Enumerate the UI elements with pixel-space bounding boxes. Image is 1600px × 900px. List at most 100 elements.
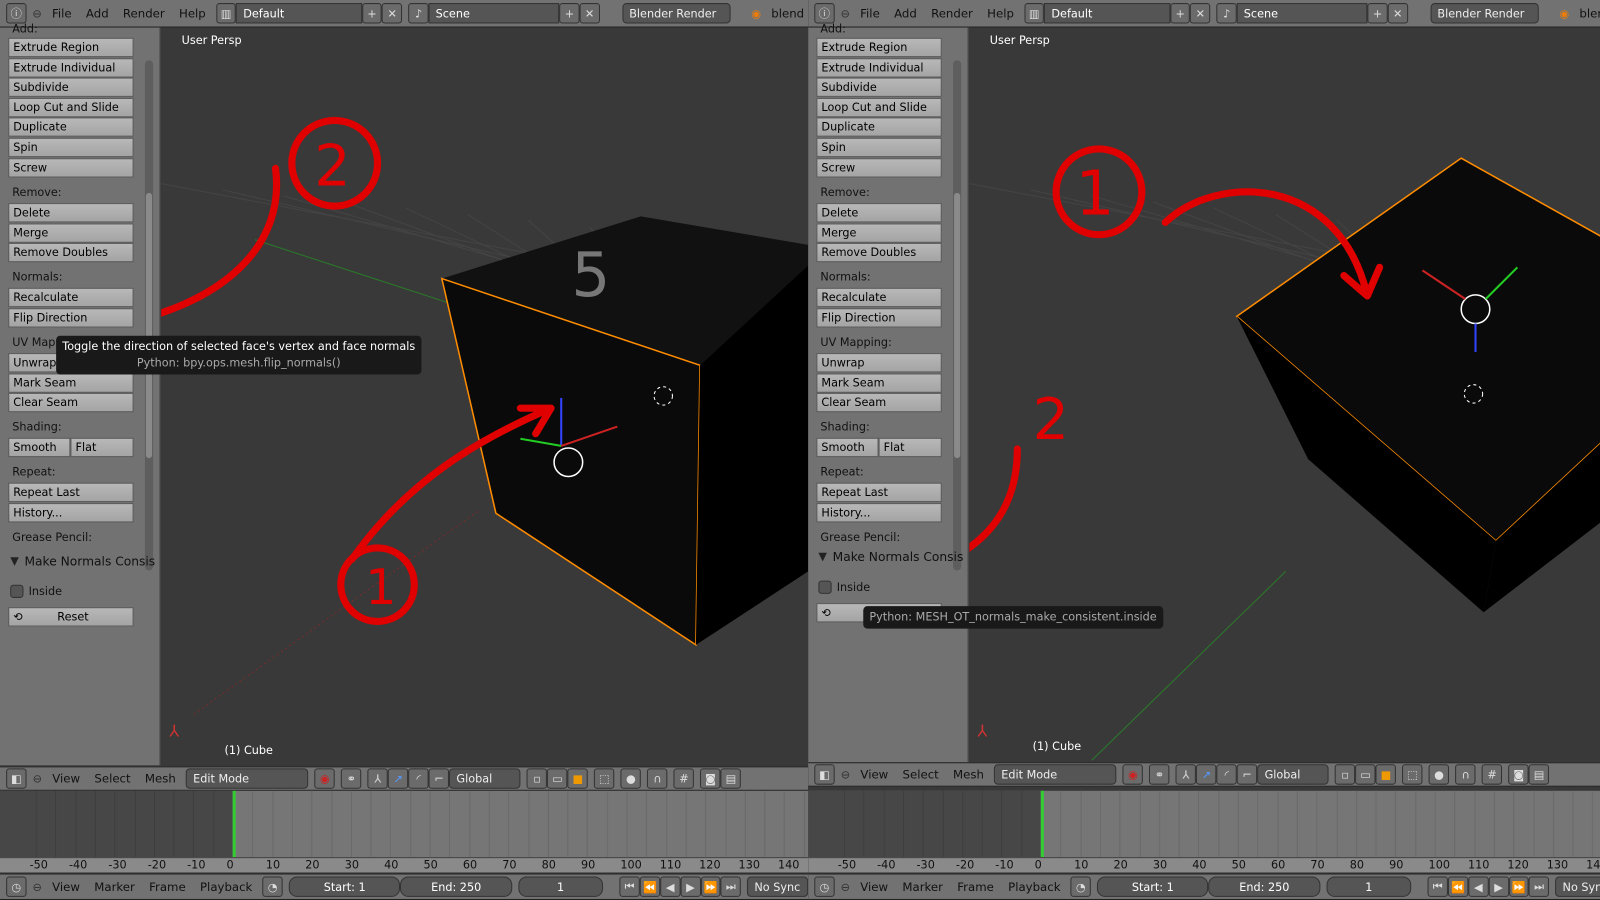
- play-reverse-icon[interactable]: ◀: [660, 876, 681, 897]
- jump-start-icon[interactable]: ⏮: [619, 876, 640, 897]
- jump-end-icon[interactable]: ⏭: [720, 876, 742, 897]
- disclosure-triangle-icon[interactable]: ▼: [10, 554, 19, 567]
- menu-view[interactable]: View: [856, 767, 892, 781]
- scale-icon[interactable]: ⌐: [1237, 764, 1258, 785]
- shelf-scrollbar[interactable]: [144, 60, 154, 571]
- play-icon[interactable]: ▶: [1488, 876, 1509, 897]
- render-engine-dropdown[interactable]: Blender Render: [622, 3, 731, 24]
- left-3d-viewport[interactable]: 5 2 1 User Persp (1) Cube ⅄: [161, 27, 809, 766]
- btn-screw[interactable]: Screw: [8, 157, 134, 178]
- face-select-icon[interactable]: ■: [567, 768, 589, 789]
- menu-frame[interactable]: Frame: [953, 880, 998, 894]
- screen-layout-icon[interactable]: ▥: [215, 3, 237, 24]
- btn-extrude-individual[interactable]: Extrude Individual: [8, 57, 134, 78]
- btn-clear-seam[interactable]: Clear Seam: [816, 393, 942, 413]
- pivot-icon[interactable]: ◉: [1122, 764, 1144, 785]
- layout-selector[interactable]: Default: [1044, 3, 1171, 24]
- btn-subdivide[interactable]: Subdivide: [816, 77, 942, 98]
- editor-type-icon[interactable]: ◧: [6, 768, 27, 789]
- btn-duplicate[interactable]: Duplicate: [816, 117, 942, 138]
- btn-smooth[interactable]: Smooth: [816, 437, 879, 458]
- info-editor-icon[interactable]: ⓘ: [814, 3, 835, 24]
- editor-type-icon[interactable]: ◷: [814, 876, 835, 897]
- record-icon[interactable]: ◔: [1070, 876, 1091, 897]
- btn-history---[interactable]: History...: [816, 502, 942, 523]
- info-editor-icon[interactable]: ⓘ: [6, 3, 27, 24]
- proportional-edit-icon[interactable]: ●: [1428, 764, 1450, 785]
- menu-view[interactable]: View: [48, 771, 84, 785]
- menu-marker[interactable]: Marker: [90, 880, 139, 894]
- snap-target-icon[interactable]: #: [1481, 764, 1503, 785]
- manipulator-icon[interactable]: ⅄: [367, 768, 389, 789]
- record-icon[interactable]: ◔: [262, 876, 283, 897]
- btn-extrude-individual[interactable]: Extrude Individual: [816, 57, 942, 78]
- btn-subdivide[interactable]: Subdivide: [8, 77, 134, 98]
- operator-panel-header[interactable]: Make Normals Consis: [820, 550, 964, 564]
- screen-layout-icon[interactable]: ▥: [1024, 3, 1045, 24]
- scene-icon[interactable]: ♪: [1216, 3, 1237, 24]
- scene-icon[interactable]: ♪: [408, 3, 429, 24]
- render-icon[interactable]: ◙: [700, 768, 721, 789]
- next-keyframe-icon[interactable]: ⏩: [1508, 876, 1530, 897]
- btn-clear-seam[interactable]: Clear Seam: [8, 393, 134, 413]
- btn-duplicate[interactable]: Duplicate: [8, 117, 134, 138]
- btn-delete[interactable]: Delete: [816, 203, 942, 223]
- collapse-icon[interactable]: ⊖: [841, 880, 850, 893]
- manipulator-icon[interactable]: ⅄: [1175, 764, 1197, 785]
- btn-recalculate[interactable]: Recalculate: [8, 287, 134, 308]
- snap-icon[interactable]: ∩: [1455, 764, 1476, 785]
- render-animation-icon[interactable]: ▤: [720, 768, 742, 789]
- vertex-select-icon[interactable]: ▫: [526, 768, 548, 789]
- left-timeline[interactable]: [0, 790, 809, 858]
- render-animation-icon[interactable]: ▤: [1528, 764, 1550, 785]
- edge-select-icon[interactable]: ▭: [1355, 764, 1376, 785]
- next-keyframe-icon[interactable]: ⏩: [700, 876, 721, 897]
- render-icon[interactable]: ◙: [1508, 764, 1529, 785]
- snap-element-icon[interactable]: ⚭: [341, 768, 362, 789]
- btn-loop-cut-and-slide[interactable]: Loop Cut and Slide: [8, 97, 134, 118]
- btn-unwrap[interactable]: Unwrap: [816, 353, 942, 373]
- inside-checkbox[interactable]: [10, 584, 24, 598]
- btn-recalculate[interactable]: Recalculate: [816, 287, 942, 308]
- menu-help[interactable]: Help: [175, 6, 210, 20]
- scrollbar-thumb[interactable]: [954, 192, 961, 459]
- right-timeline[interactable]: [808, 790, 1600, 858]
- translate-icon[interactable]: ↗: [388, 768, 409, 789]
- sync-dropdown[interactable]: No Sync: [747, 876, 809, 897]
- collapse-icon[interactable]: ⊖: [841, 7, 850, 20]
- scene-selector[interactable]: Scene: [1236, 3, 1368, 24]
- play-icon[interactable]: ▶: [680, 876, 701, 897]
- timeline-ruler[interactable]: -50 -40 -30 -20 -10 0 10 20 30 40 50 60 70 80 90 100 110…: [0, 857, 809, 873]
- orientation-dropdown[interactable]: Global: [1257, 764, 1329, 785]
- menu-mesh[interactable]: Mesh: [141, 771, 180, 785]
- menu-view[interactable]: View: [856, 880, 892, 894]
- jump-end-icon[interactable]: ⏭: [1529, 876, 1550, 897]
- delete-layout-icon[interactable]: ✕: [382, 3, 403, 24]
- playhead[interactable]: [1040, 790, 1044, 858]
- menu-help[interactable]: Help: [983, 6, 1018, 20]
- mode-dropdown[interactable]: Edit Mode: [185, 768, 309, 789]
- scale-icon[interactable]: ⌐: [428, 768, 450, 789]
- editor-type-icon[interactable]: ◷: [6, 876, 27, 897]
- start-frame-field[interactable]: Start: 1: [1097, 876, 1209, 897]
- add-scene-icon[interactable]: +: [1367, 3, 1388, 24]
- delete-scene-icon[interactable]: ✕: [1387, 3, 1408, 24]
- btn-spin[interactable]: Spin: [816, 137, 942, 158]
- reset-button[interactable]: ⟲ Reset: [8, 607, 134, 627]
- start-frame-field[interactable]: Start: 1: [288, 876, 401, 897]
- snap-target-icon[interactable]: #: [673, 768, 695, 789]
- right-3d-viewport[interactable]: 1 2 User Persp (1) Cube ⅄: [969, 27, 1600, 766]
- orientation-dropdown[interactable]: Global: [449, 768, 521, 789]
- menu-file[interactable]: File: [856, 6, 884, 20]
- end-frame-field[interactable]: End: 250: [400, 876, 512, 897]
- btn-repeat-last[interactable]: Repeat Last: [8, 482, 134, 503]
- menu-file[interactable]: File: [48, 6, 76, 20]
- edge-select-icon[interactable]: ▭: [547, 768, 568, 789]
- scrollbar-thumb[interactable]: [145, 192, 153, 459]
- pivot-icon[interactable]: ◉: [314, 768, 335, 789]
- btn-mark-seam[interactable]: Mark Seam: [8, 373, 134, 393]
- mode-dropdown[interactable]: Edit Mode: [994, 764, 1117, 785]
- editor-type-icon[interactable]: ◧: [814, 764, 835, 785]
- menu-playback[interactable]: Playback: [1004, 880, 1065, 894]
- collapse-icon[interactable]: ⊖: [841, 768, 850, 781]
